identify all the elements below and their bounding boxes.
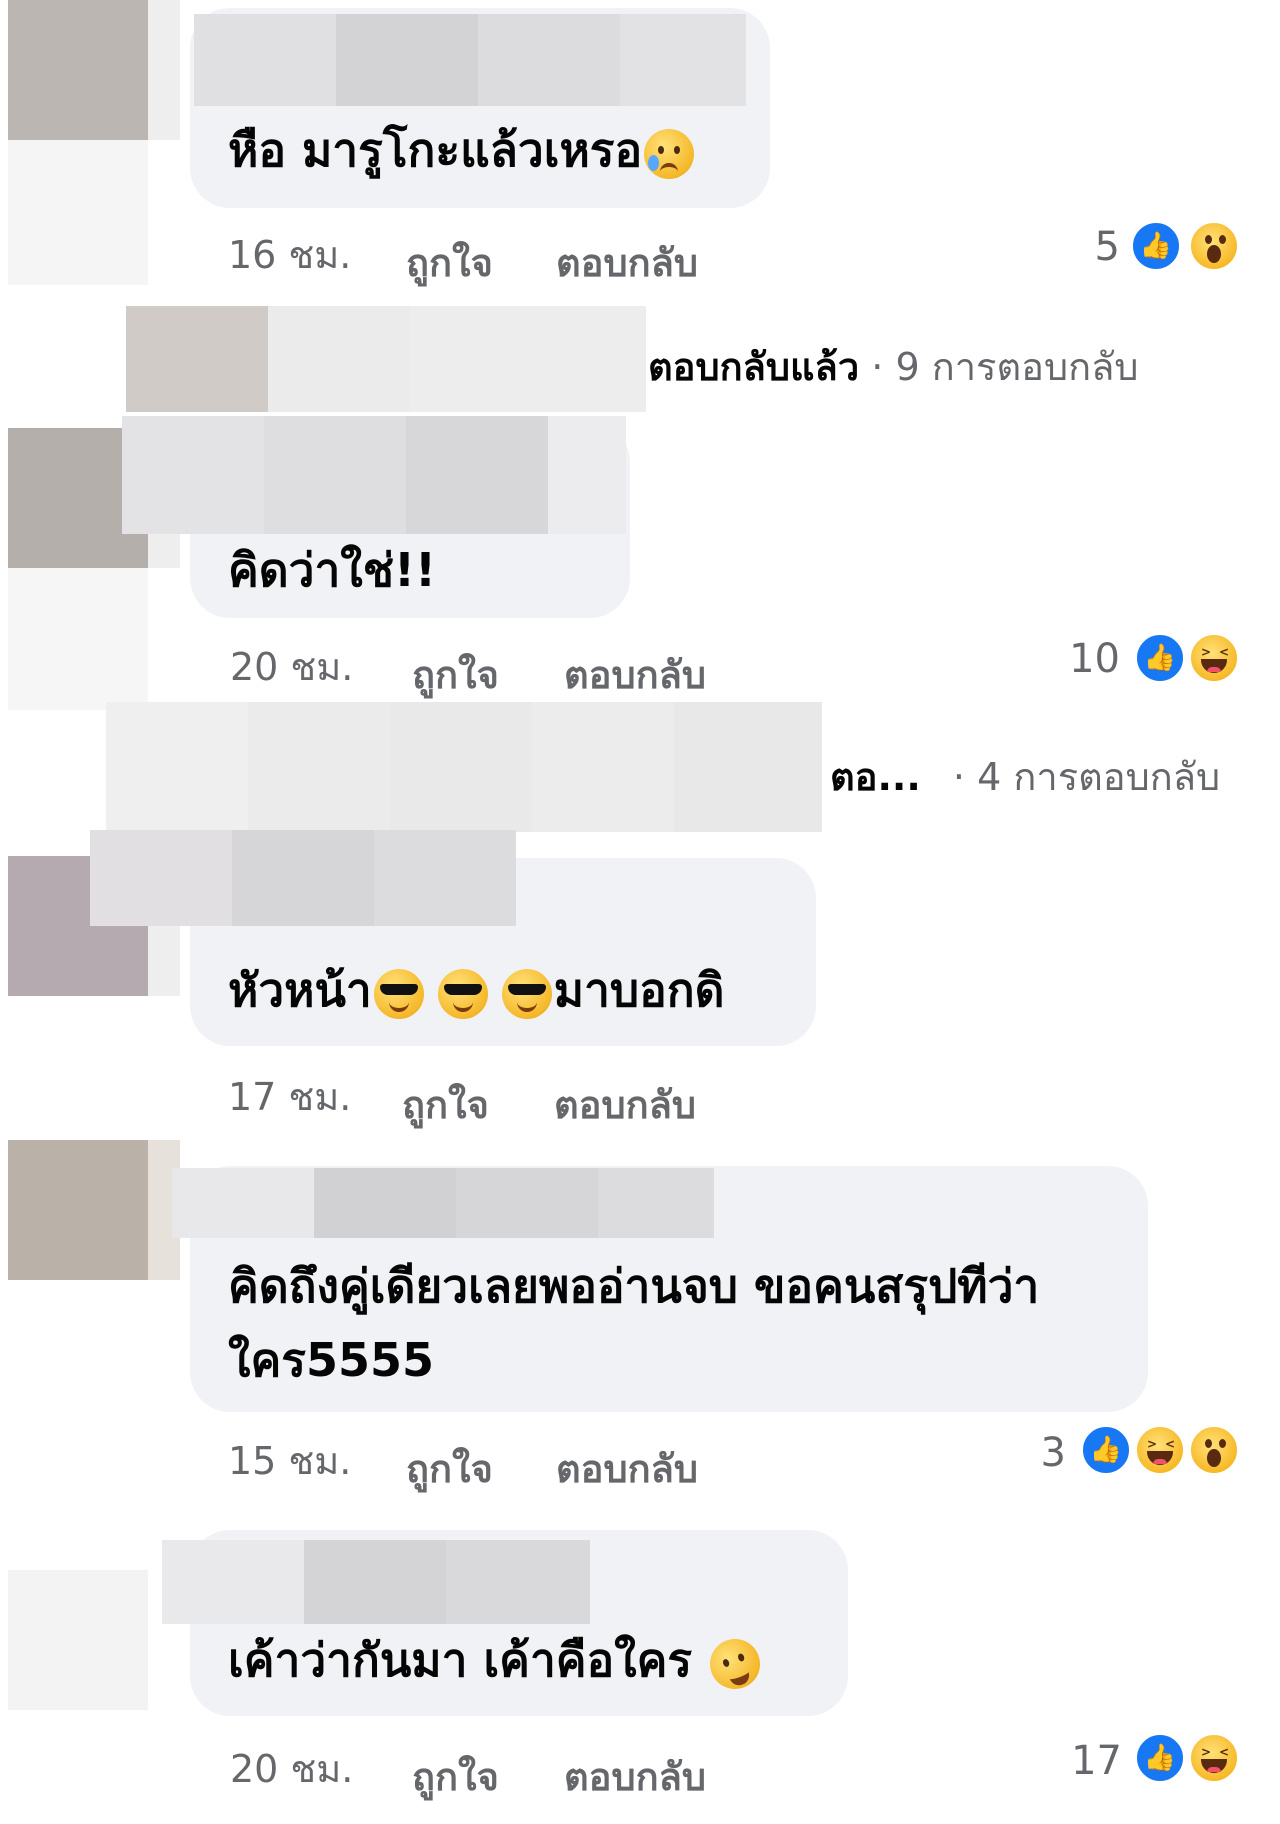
sunglasses-emoji [373,968,424,1019]
wow-icon[interactable] [1188,220,1240,272]
haha-icon[interactable]: > < [1134,1424,1186,1476]
like-button[interactable]: ถูกใจ [406,232,493,293]
reply-button[interactable]: ตอบกลับ [564,1746,706,1807]
reply-button[interactable]: ตอบกลับ [564,644,706,705]
rofl-emoji [703,1631,768,1696]
comment-text: หือ มารูโกะแล้วเหรอ [228,112,696,188]
blurred-username [162,1540,590,1624]
comment-text-line: คิดถึงคู่เดียวเลยพออ่านจบ ขอคนสรุปทีว่า [228,1259,1040,1313]
avatar[interactable] [8,0,148,140]
like-button[interactable]: ถูกใจ [412,644,499,705]
like-button[interactable]: ถูกใจ [412,1746,499,1807]
reply-button[interactable]: ตอบกลับ [556,1438,698,1499]
blurred-username [194,14,746,106]
comment-text: หัวหน้า มาบอกดิ [228,963,725,1019]
reaction-count[interactable]: 5 [1040,224,1120,270]
avatar[interactable] [8,1140,148,1280]
haha-icon[interactable]: > < [1188,632,1240,684]
blurred-replier [126,306,646,412]
like-icon[interactable]: 👍 [1134,632,1186,684]
comment-timestamp[interactable]: 16 ชม. [228,224,351,285]
reply-button[interactable]: ตอบกลับ [556,232,698,293]
avatar-blur-lower [8,140,148,285]
like-icon[interactable]: 👍 [1080,1424,1132,1476]
view-replies-link[interactable]: ตอ... · 4 การตอบกลับ [830,746,1220,807]
reaction-count[interactable]: 10 [1040,636,1120,682]
blurred-username [172,1168,714,1238]
like-button[interactable]: ถูกใจ [406,1438,493,1499]
comment-timestamp[interactable]: 17 ชม. [228,1066,351,1127]
reaction-count[interactable]: 17 [1042,1738,1122,1784]
wow-icon[interactable] [1188,1424,1240,1476]
comment-text-line: ใคร5555 [228,1333,434,1387]
blurred-username [122,416,626,534]
comment-timestamp[interactable]: 20 ชม. [230,1738,353,1799]
blurred-replier [106,702,822,832]
like-button[interactable]: ถูกใจ [402,1074,489,1135]
blurred-username [90,830,516,926]
like-icon[interactable]: 👍 [1134,1732,1186,1784]
reply-button[interactable]: ตอบกลับ [554,1074,696,1135]
like-icon[interactable]: 👍 [1130,220,1182,272]
reaction-count[interactable]: 3 [986,1430,1066,1476]
sunglasses-emoji [437,968,488,1019]
comment-text: คิดว่าใช่!! [228,543,436,597]
avatar[interactable] [8,1570,148,1710]
sad-sweat-emoji [644,128,695,179]
avatar-blur-lower [8,568,148,710]
comment-timestamp[interactable]: 20 ชม. [230,636,353,697]
comment-timestamp[interactable]: 15 ชม. [228,1430,351,1491]
view-replies-link[interactable]: ตอบกลับแล้ว · 9 การตอบกลับ [648,336,1139,397]
sunglasses-emoji [501,968,552,1019]
haha-icon[interactable]: > < [1188,1732,1240,1784]
comment-text: เค้าว่ากันมา เค้าคือใคร [228,1622,768,1698]
avatar-blur [148,0,180,140]
